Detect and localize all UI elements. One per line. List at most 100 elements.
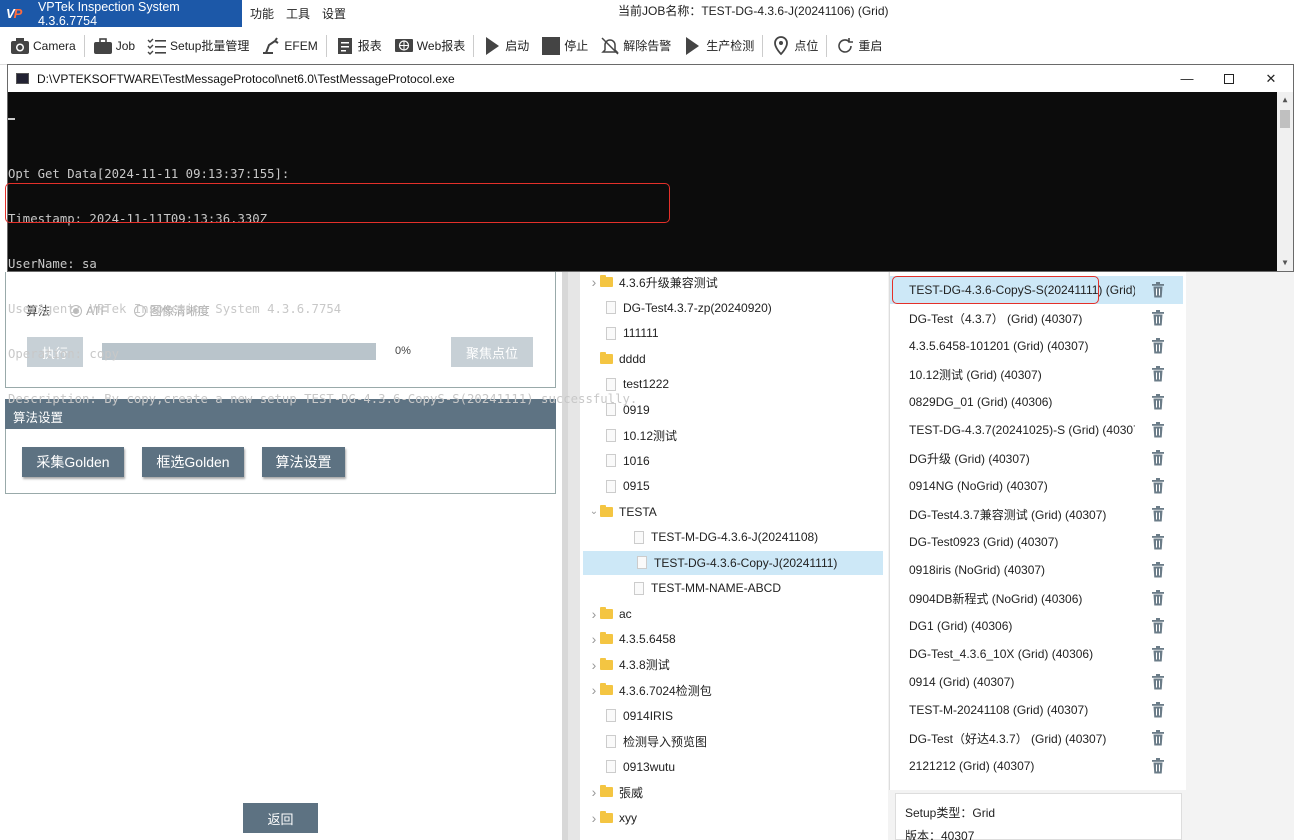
production-inspect-button[interactable]: 生产检测: [677, 31, 760, 61]
chevron-right-icon[interactable]: ›: [588, 784, 600, 800]
trash-icon[interactable]: [1151, 562, 1165, 578]
chevron-right-icon[interactable]: ›: [588, 682, 600, 698]
file-icon: [606, 709, 616, 722]
tree-item[interactable]: › xyy: [580, 806, 880, 830]
clear-alarm-label: 解除告警: [623, 39, 672, 53]
trash-icon[interactable]: [1151, 646, 1165, 662]
web-report-button[interactable]: Web报表: [388, 31, 471, 61]
trash-icon[interactable]: [1151, 450, 1165, 466]
tree-item[interactable]: TEST-DG-4.3.6-Copy-J(20241111): [583, 550, 883, 575]
minimize-button[interactable]: —: [1166, 65, 1208, 92]
file-icon: [634, 530, 644, 544]
setup-name: 0914 (Grid) (40307): [909, 675, 1015, 689]
console-scrollbar[interactable]: ▲ ▼: [1277, 92, 1293, 271]
setup-name: 0904DB新程式 (NoGrid) (40306): [909, 591, 1083, 606]
chevron-right-icon[interactable]: ›: [588, 657, 600, 673]
trash-icon[interactable]: [1151, 478, 1165, 494]
tree-item[interactable]: › 張威: [580, 780, 880, 804]
back-button[interactable]: 返回: [243, 803, 318, 833]
trash-icon[interactable]: [1151, 506, 1165, 522]
toolbar-divider: [826, 34, 828, 57]
tree-item[interactable]: TEST-M-DG-4.3.6-J(20241108): [580, 525, 880, 549]
efem-button[interactable]: EFEM: [255, 31, 323, 61]
tree-item[interactable]: 0914IRIS: [580, 704, 880, 728]
trash-icon[interactable]: [1151, 534, 1165, 550]
file-icon: [606, 454, 616, 467]
job-button[interactable]: Job: [87, 31, 141, 61]
trash-icon[interactable]: [1151, 758, 1165, 774]
tree-item[interactable]: 检测导入预览图: [580, 729, 880, 753]
scroll-up-icon[interactable]: ▲: [1277, 92, 1293, 108]
tree-item[interactable]: 1016: [580, 449, 880, 473]
console-line: UserAgent: VPTek Inspection System 4.3.6…: [8, 302, 342, 316]
setup-batch-label: Setup批量管理: [170, 39, 250, 53]
camera-button[interactable]: Camera: [4, 31, 82, 61]
points-button[interactable]: 点位: [765, 31, 824, 61]
menu-tools[interactable]: 工具: [280, 5, 316, 22]
close-icon: ✕: [1265, 70, 1277, 86]
tree-item[interactable]: › 4.3.5.6458: [580, 627, 880, 651]
setup-name: DG-Test4.3.7兼容测试 (Grid) (40307): [909, 507, 1107, 522]
chevron-down-icon[interactable]: ⌄: [588, 506, 600, 517]
setup-row[interactable]: 0918iris (NoGrid) (40307): [890, 556, 1183, 584]
trash-icon[interactable]: [1151, 730, 1165, 746]
file-icon: [606, 760, 616, 773]
trash-icon[interactable]: [1151, 590, 1165, 606]
maximize-button[interactable]: [1208, 65, 1250, 92]
tree-item[interactable]: › 4.3.8测试: [580, 653, 880, 677]
tree-item-label: TESTA: [619, 504, 657, 519]
tree-item-label: xyy: [619, 810, 637, 825]
scroll-thumb[interactable]: [1280, 110, 1290, 128]
chevron-right-icon[interactable]: ›: [588, 631, 600, 647]
setup-row[interactable]: DG-Test0923 (Grid) (40307): [890, 528, 1183, 556]
menu-function[interactable]: 功能: [244, 5, 280, 22]
setup-row[interactable]: 0914NG (NoGrid) (40307): [890, 472, 1183, 500]
trash-icon[interactable]: [1151, 674, 1165, 690]
menu-settings[interactable]: 设置: [316, 5, 352, 22]
close-button[interactable]: ✕: [1250, 65, 1292, 92]
setup-row[interactable]: 0904DB新程式 (NoGrid) (40306): [890, 584, 1183, 612]
setup-name: DG-Test（好达4.3.7） (Grid) (40307): [909, 731, 1107, 746]
chevron-right-icon[interactable]: ›: [588, 606, 600, 622]
console-line: Opt Get Data[2024-11-11 09:13:37:155]:: [8, 167, 290, 181]
tree-item[interactable]: 0913wutu: [580, 755, 880, 779]
setup-row[interactable]: DG-Test4.3.7兼容测试 (Grid) (40307): [890, 500, 1183, 528]
briefcase-icon: [93, 36, 113, 56]
setup-row[interactable]: 2121212 (Grid) (40307): [890, 752, 1183, 780]
setup-row[interactable]: DG-Test（好达4.3.7） (Grid) (40307): [890, 724, 1183, 752]
maximize-icon: [1224, 73, 1234, 84]
tree-item[interactable]: 0915: [580, 474, 880, 498]
setup-row[interactable]: DG-Test_4.3.6_10X (Grid) (40306): [890, 640, 1183, 668]
toolbar-divider: [762, 34, 764, 57]
setup-row[interactable]: DG1 (Grid) (40306): [890, 612, 1183, 640]
folder-icon: [600, 785, 613, 797]
trash-icon[interactable]: [1151, 702, 1165, 718]
trash-icon[interactable]: [1151, 618, 1165, 634]
clear-alarm-button[interactable]: 解除告警: [594, 31, 677, 61]
console-line: Description: By copy,create a new setup …: [8, 392, 638, 406]
points-label: 点位: [794, 39, 819, 53]
tree-item[interactable]: ⌄ TESTA: [580, 500, 880, 524]
stop-button[interactable]: 停止: [535, 31, 594, 61]
play-badge-icon: [683, 36, 703, 56]
scroll-down-icon[interactable]: ▼: [1277, 255, 1293, 271]
console-line: UserName: sa: [8, 257, 97, 271]
tree-item[interactable]: › ac: [580, 602, 880, 626]
report-button[interactable]: 报表: [329, 31, 388, 61]
console-title: D:\VPTEKSOFTWARE\TestMessageProtocol\net…: [37, 71, 455, 86]
tree-item[interactable]: TEST-MM-NAME-ABCD: [580, 576, 880, 600]
setup-batch-button[interactable]: Setup批量管理: [141, 31, 255, 61]
start-button[interactable]: 启动: [476, 31, 535, 61]
chevron-right-icon[interactable]: ›: [588, 810, 600, 826]
report-label: 报表: [357, 39, 382, 53]
setup-row[interactable]: TEST-M-20241108 (Grid) (40307): [890, 696, 1183, 724]
file-icon: [606, 479, 616, 493]
setup-type: Setup类型：Grid: [905, 806, 996, 820]
restart-button[interactable]: 重启: [829, 31, 888, 61]
report-icon: [335, 36, 355, 56]
minimize-icon: —: [1180, 71, 1194, 86]
setup-name: DG-Test0923 (Grid) (40307): [909, 535, 1059, 549]
tree-item[interactable]: › 4.3.6.7024检测包: [580, 678, 880, 702]
setup-row[interactable]: 0914 (Grid) (40307): [890, 668, 1183, 696]
setup-name: DG-Test_4.3.6_10X (Grid) (40306): [909, 647, 1094, 661]
